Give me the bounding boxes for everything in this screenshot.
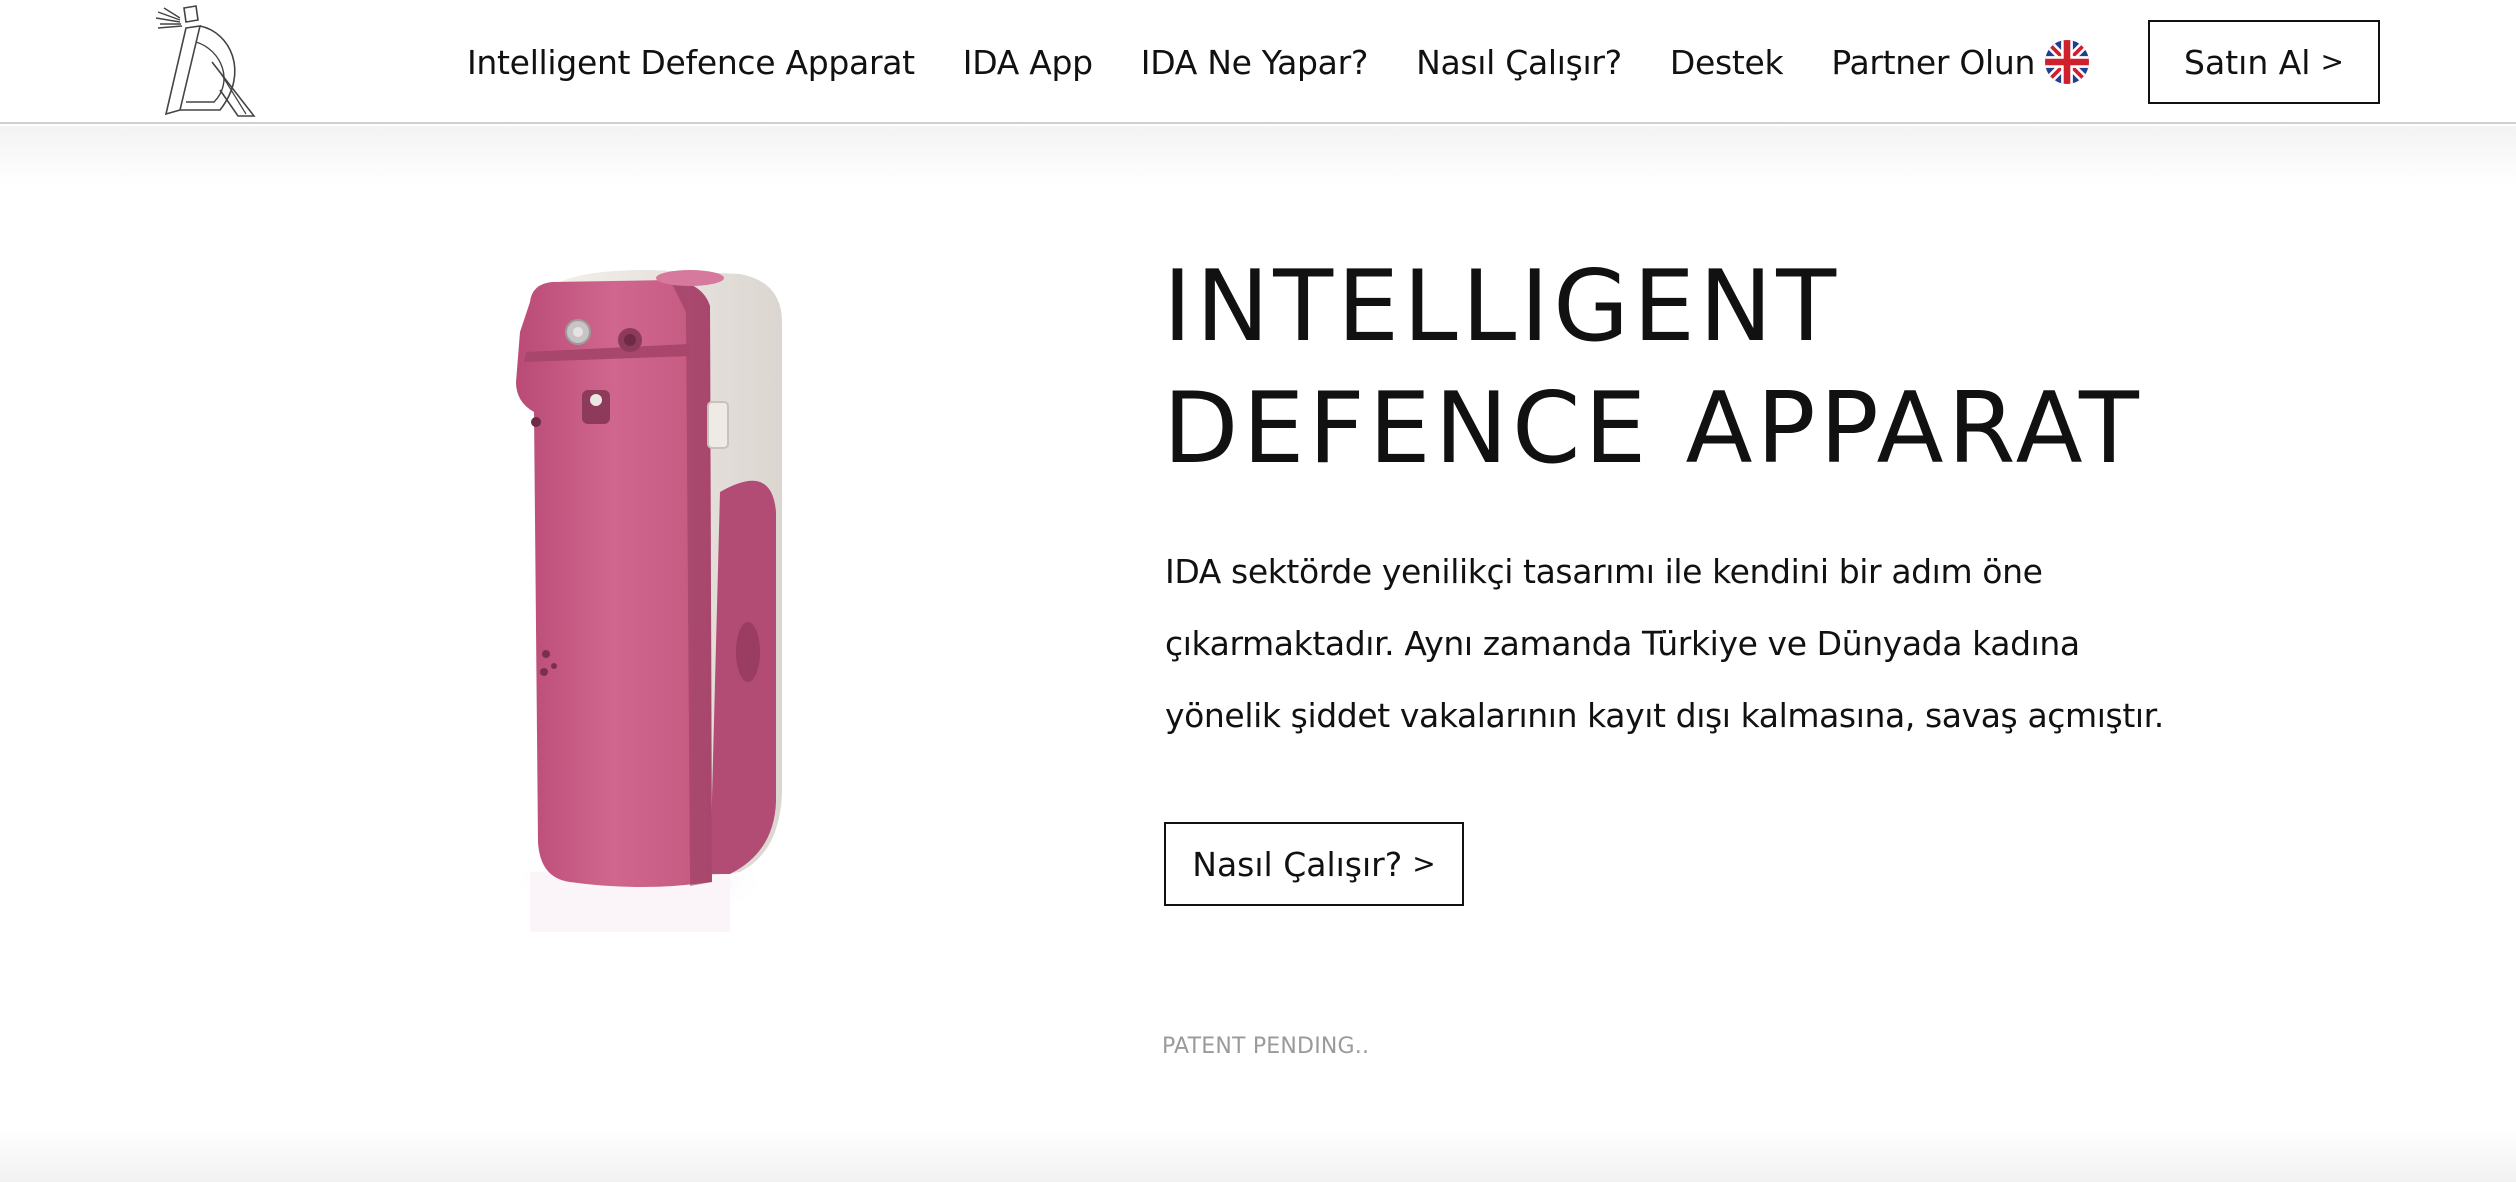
chevron-right-icon: > [2320,45,2344,78]
nav-link-destek[interactable]: Destek [1670,43,1784,82]
section-divider-shadow [0,1130,2516,1182]
hero-title-line-1: INTELLIGENT [1163,250,1841,364]
how-it-works-label: Nasıl Çalışır? [1192,844,1403,884]
hero-title-line-2: DEFENCE APPARAT [1163,372,2143,486]
ida-device-image [510,270,782,932]
main-nav: Intelligent Defence Apparat IDA App IDA … [467,0,2035,124]
site-header: Intelligent Defence Apparat IDA App IDA … [0,0,2516,124]
how-it-works-button[interactable]: Nasıl Çalışır? > [1164,822,1464,906]
nav-link-nasil-calisir[interactable]: Nasıl Çalışır? [1416,43,1622,82]
nav-link-ida-ne-yapar[interactable]: IDA Ne Yapar? [1141,43,1369,82]
patent-pending-note: PATENT PENDING.. [1162,1034,1370,1059]
uk-flag-icon[interactable] [2045,40,2089,84]
header-shadow [0,126,2516,186]
chevron-right-icon: > [1412,847,1436,880]
nav-link-intelligent-defence-apparat[interactable]: Intelligent Defence Apparat [467,43,915,82]
buy-button[interactable]: Satın Al > [2148,20,2380,104]
nav-link-ida-app[interactable]: IDA App [963,43,1093,82]
hero-title: INTELLIGENT DEFENCE APPARAT [1163,246,2363,490]
ida-logo-icon[interactable] [150,2,270,120]
hero-description: IDA sektörde yenilikçi tasarımı ile kend… [1165,552,2164,735]
nav-link-partner-olun[interactable]: Partner Olun [1831,43,2035,82]
buy-button-label: Satın Al [2184,42,2311,82]
